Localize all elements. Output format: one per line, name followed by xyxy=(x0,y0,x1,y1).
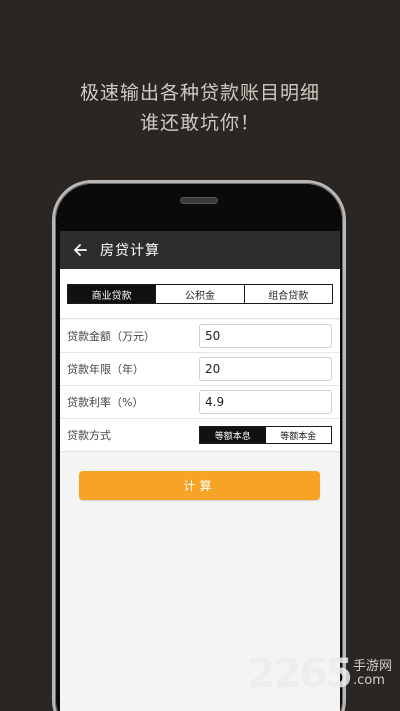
page-title: 房贷计算 xyxy=(100,243,160,259)
promo-line-2: 谁还敢坑你！ xyxy=(139,112,260,134)
arrow-left-icon xyxy=(74,244,87,256)
loan-type-tabs: 商业贷款 公积金 组合贷款 xyxy=(67,284,333,304)
loan-form: 贷款金额（万元） 50 贷款年限（年） 20 贷款利率（%） 4.9 贷款方式 … xyxy=(60,320,340,452)
amount-row: 贷款金额（万元） 50 xyxy=(60,320,340,353)
tab-commercial-loan[interactable]: 商业贷款 xyxy=(68,285,156,303)
years-input[interactable]: 20 xyxy=(199,357,332,381)
tab-provident-fund[interactable]: 公积金 xyxy=(155,285,244,303)
promo-line-1: 极速输出各种贷款账目明细 xyxy=(79,82,320,104)
amount-label: 贷款金额（万元） xyxy=(67,330,155,343)
back-button[interactable] xyxy=(60,231,100,269)
years-row: 贷款年限（年） 20 xyxy=(60,353,340,386)
app-bar: 房贷计算 xyxy=(60,231,340,269)
rate-input[interactable]: 4.9 xyxy=(199,390,332,414)
watermark-text: 手游网 .com xyxy=(353,660,392,688)
watermark-domain: .com xyxy=(352,673,385,688)
loan-type-tabs-container: 商业贷款 公积金 组合贷款 xyxy=(60,269,340,319)
calculate-button[interactable]: 计算 xyxy=(79,471,320,500)
watermark-number: 2265 xyxy=(247,651,353,697)
tab-combined-loan[interactable]: 组合贷款 xyxy=(243,285,332,303)
promo-text: 极速输出各种贷款账目明细 谁还敢坑你！ xyxy=(0,78,400,138)
watermark-label: 手游网 xyxy=(352,659,392,674)
repayment-method-toggle: 等额本息 等额本金 xyxy=(199,426,332,444)
equal-installment-option[interactable]: 等额本息 xyxy=(200,427,266,443)
method-row: 贷款方式 等额本息 等额本金 xyxy=(60,419,340,452)
app-screen: 房贷计算 商业贷款 公积金 组合贷款 贷款金额（万元） 50 贷款年限（年） 2… xyxy=(60,231,340,711)
amount-input[interactable]: 50 xyxy=(199,324,332,348)
years-label: 贷款年限（年） xyxy=(67,363,144,376)
phone-speaker xyxy=(180,197,218,204)
rate-row: 贷款利率（%） 4.9 xyxy=(60,386,340,419)
equal-principal-option[interactable]: 等额本金 xyxy=(265,427,331,443)
method-label: 贷款方式 xyxy=(67,429,111,442)
rate-label: 贷款利率（%） xyxy=(67,396,144,409)
site-watermark: 2265 手游网 .com xyxy=(248,654,392,694)
